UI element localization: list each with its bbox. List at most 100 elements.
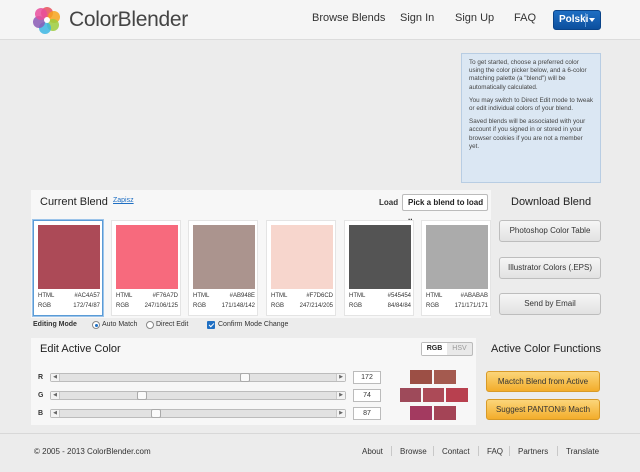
footer-separator: [509, 446, 510, 456]
swatch-rgb-label: RGB: [193, 303, 207, 309]
green-slider-thumb[interactable]: [137, 391, 148, 400]
slider-left-arrow-icon[interactable]: ◀: [51, 410, 60, 417]
match-blend-button[interactable]: Mactch Blend from Active: [486, 371, 600, 392]
red-slider[interactable]: ◀ ▶: [50, 373, 346, 382]
swatch-html-value: #AC4A57: [74, 293, 100, 299]
swatch-rgb-value: 84/84/84: [387, 303, 411, 309]
blue-slider-thumb[interactable]: [150, 409, 161, 418]
footer-link-translate[interactable]: Translate: [566, 447, 599, 456]
slider-left-arrow-icon[interactable]: ◀: [51, 392, 60, 399]
save-blend-link[interactable]: Zapisz: [113, 197, 134, 204]
swatch-color-chip[interactable]: [349, 225, 411, 289]
color-variation-tile[interactable]: [434, 370, 456, 384]
photoshop-color-table-button[interactable]: Photoshop Color Table: [499, 220, 601, 242]
slider-right-arrow-icon[interactable]: ▶: [336, 410, 345, 417]
swatch-html-label: HTML: [271, 293, 288, 299]
footer-separator: [433, 446, 434, 456]
footer-divider: [0, 433, 640, 434]
blue-label: B: [38, 410, 44, 417]
current-blend-title: Current Blend: [40, 196, 108, 208]
confirm-mode-label[interactable]: Confirm Mode Change: [218, 321, 288, 328]
swatch-html-value: #F7D6CD: [306, 293, 333, 299]
color-swatch-4[interactable]: HTML #F7D6CD RGB 247/214/205: [266, 220, 336, 316]
auto-match-radio[interactable]: [92, 321, 100, 329]
slider-right-arrow-icon[interactable]: ▶: [336, 392, 345, 399]
swatch-html-label: HTML: [349, 293, 366, 299]
footer-link-about[interactable]: About: [362, 447, 383, 456]
direct-edit-radio[interactable]: [146, 321, 154, 329]
color-variation-tile[interactable]: [446, 388, 468, 402]
swatch-html-value: #ABABAB: [460, 293, 488, 299]
language-dropdown[interactable]: Polski: [553, 10, 601, 30]
green-value-input[interactable]: 74: [353, 389, 381, 402]
nav-sign-in[interactable]: Sign In: [400, 12, 434, 24]
swatch-html-label: HTML: [193, 293, 210, 299]
footer-separator: [478, 446, 479, 456]
color-model-tabs: RGB HSV: [421, 342, 473, 356]
swatch-html-value: #AB948E: [229, 293, 255, 299]
download-blend-title: Download Blend: [511, 196, 592, 208]
blue-value-input[interactable]: 87: [353, 407, 381, 420]
nav-faq[interactable]: FAQ: [514, 12, 536, 24]
red-slider-thumb[interactable]: [239, 373, 250, 382]
tab-rgb[interactable]: RGB: [422, 343, 447, 355]
color-swatch-1[interactable]: HTML #AC4A57 RGB 172/74/87: [33, 220, 103, 316]
color-variation-tile[interactable]: [434, 406, 456, 420]
direct-edit-label[interactable]: Direct Edit: [156, 321, 188, 328]
swatch-color-chip[interactable]: [426, 225, 488, 289]
footer-link-browse[interactable]: Browse: [400, 447, 427, 456]
footer-copyright: © 2005 - 2013 ColorBlender.com: [34, 447, 151, 456]
color-variation-tile[interactable]: [410, 406, 432, 420]
confirm-mode-checkbox[interactable]: [207, 321, 215, 329]
chevron-down-icon: [589, 18, 595, 22]
getting-started-info: To get started, choose a preferred color…: [461, 53, 601, 183]
swatch-html-label: HTML: [38, 293, 55, 299]
green-label: G: [38, 392, 44, 399]
swatch-rgb-value: 247/106/125: [144, 303, 178, 309]
swatch-rgb-label: RGB: [349, 303, 363, 309]
swatch-rgb-label: RGB: [426, 303, 440, 309]
color-swatch-5[interactable]: HTML #545454 RGB 84/84/84: [344, 220, 414, 316]
active-color-functions-title: Active Color Functions: [491, 343, 602, 355]
footer-link-contact[interactable]: Contact: [442, 447, 470, 456]
colorblender-logo-icon[interactable]: [32, 6, 62, 34]
color-swatch-2[interactable]: HTML #F76A7D RGB 247/106/125: [111, 220, 181, 316]
red-value-input[interactable]: 172: [353, 371, 381, 384]
load-label: Load: [379, 198, 399, 207]
footer-link-partners[interactable]: Partners: [518, 447, 548, 456]
color-variation-tile[interactable]: [400, 388, 421, 402]
swatch-html-value: #F76A7D: [152, 293, 178, 299]
swatch-color-chip[interactable]: [271, 225, 333, 289]
edit-active-color-title: Edit Active Color: [40, 343, 121, 355]
tab-hsv[interactable]: HSV: [447, 343, 472, 355]
swatch-rgb-value: 172/74/87: [73, 303, 100, 309]
slider-right-arrow-icon[interactable]: ▶: [336, 374, 345, 381]
swatch-rgb-value: 171/171/171: [454, 303, 488, 309]
swatch-rgb-value: 247/214/205: [299, 303, 333, 309]
swatch-color-chip[interactable]: [116, 225, 178, 289]
footer-link-faq[interactable]: FAQ: [487, 447, 503, 456]
color-variation-tile[interactable]: [410, 370, 432, 384]
swatch-rgb-label: RGB: [38, 303, 52, 309]
swatch-rgb-label: RGB: [271, 303, 285, 309]
send-by-email-button[interactable]: Send by Email: [499, 293, 601, 315]
color-swatch-3[interactable]: HTML #AB948E RGB 171/148/142: [188, 220, 258, 316]
green-slider[interactable]: ◀ ▶: [50, 391, 346, 400]
nav-sign-up[interactable]: Sign Up: [455, 12, 494, 24]
color-swatch-6[interactable]: HTML #ABABAB RGB 171/171/171: [421, 220, 491, 316]
suggest-pantone-button[interactable]: Suggest PANTON® Macth: [486, 399, 600, 420]
brand-name[interactable]: ColorBlender: [69, 8, 188, 32]
color-variation-tile[interactable]: [423, 388, 444, 402]
footer-separator: [557, 446, 558, 456]
nav-browse-blends[interactable]: Browse Blends: [312, 12, 385, 24]
swatch-color-chip[interactable]: [38, 225, 100, 289]
blue-slider[interactable]: ◀ ▶: [50, 409, 346, 418]
header-bar: ColorBlender Browse Blends Sign In Sign …: [0, 0, 640, 40]
auto-match-label[interactable]: Auto Match: [102, 321, 137, 328]
footer-separator: [391, 446, 392, 456]
slider-left-arrow-icon[interactable]: ◀: [51, 374, 60, 381]
illustrator-colors-button[interactable]: Illustrator Colors (.EPS): [499, 257, 601, 279]
load-blend-select[interactable]: Pick a blend to load ..: [402, 194, 488, 222]
swatch-color-chip[interactable]: [193, 225, 255, 289]
info-paragraph: You may switch to Direct Edit mode to tw…: [469, 96, 594, 113]
